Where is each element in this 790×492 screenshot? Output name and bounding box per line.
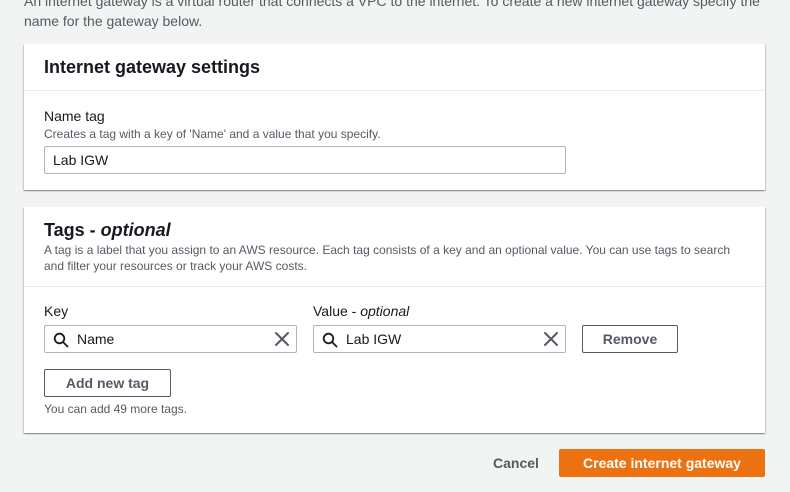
tag-value-input[interactable]: Lab IGW (313, 325, 566, 353)
tag-value-label: Value - optional (313, 301, 409, 321)
tags-panel-description: A tag is a label that you assign to an A… (44, 243, 730, 273)
tag-key-value: Name (77, 331, 115, 347)
search-icon (53, 332, 69, 348)
clear-value-icon[interactable] (543, 331, 559, 347)
tag-value-label-text: Value - (313, 303, 361, 319)
tag-value-label-optional: optional (360, 303, 410, 319)
name-tag-input[interactable]: Lab IGW (44, 146, 566, 174)
tag-limit-text: You can add 49 more tags. (44, 402, 187, 416)
tag-key-input[interactable]: Name (44, 325, 297, 353)
tags-panel-title: Tags - optional (44, 217, 171, 243)
name-tag-label: Name tag (44, 108, 105, 124)
clear-key-icon[interactable] (274, 331, 290, 347)
tag-value-value: Lab IGW (346, 331, 402, 347)
internet-gateway-settings-panel: Internet gateway settings Name tag Creat… (24, 44, 765, 190)
tags-title-optional: optional (100, 220, 171, 240)
add-new-tag-button[interactable]: Add new tag (44, 369, 171, 397)
cancel-button[interactable]: Cancel (482, 449, 550, 477)
settings-panel-header: Internet gateway settings (24, 44, 765, 91)
tags-panel-divider (24, 286, 765, 287)
name-tag-description: Creates a tag with a key of 'Name' and a… (44, 127, 381, 141)
tags-title-text: Tags - (44, 220, 101, 240)
create-internet-gateway-button[interactable]: Create internet gateway (559, 449, 765, 477)
tags-panel-header: Tags - optional (44, 217, 171, 243)
tag-key-label: Key (44, 303, 69, 319)
remove-tag-button[interactable]: Remove (582, 325, 678, 353)
settings-panel-title: Internet gateway settings (44, 57, 261, 77)
search-icon (322, 332, 338, 348)
intro-text: An internet gateway is a virtual router … (24, 0, 760, 29)
tags-panel: Tags - optional A tag is a label that yo… (24, 207, 765, 433)
